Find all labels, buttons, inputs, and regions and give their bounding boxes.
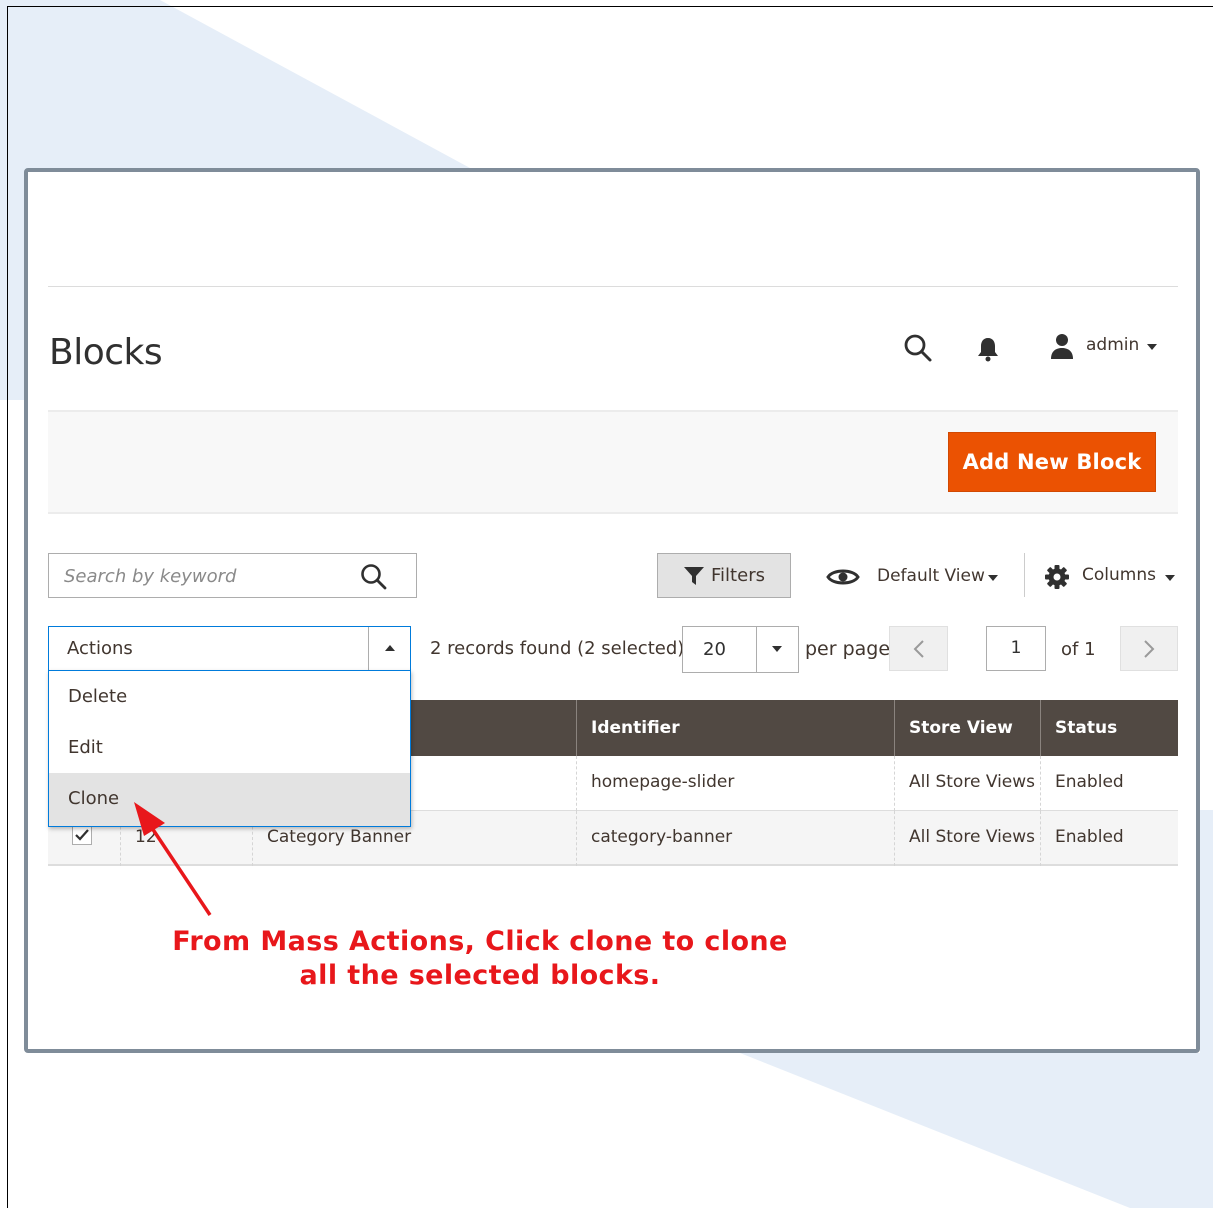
per-page-label: per page: [805, 638, 891, 660]
column-header-status[interactable]: Status: [1040, 700, 1178, 756]
screenshot-panel: Blocks admin Add New Block Search by key…: [24, 168, 1200, 1053]
chevron-up-icon: [385, 645, 395, 651]
status-cell: Enabled: [1040, 811, 1178, 866]
mass-actions-toggle[interactable]: [368, 627, 410, 670]
mass-actions-select[interactable]: Actions: [48, 626, 411, 671]
search-placeholder: Search by keyword: [64, 566, 237, 587]
current-page-input[interactable]: 1: [986, 626, 1046, 671]
checkmark-icon: [75, 829, 89, 841]
column-header-store-view[interactable]: Store View: [894, 700, 1040, 756]
menu-item-edit[interactable]: Edit: [49, 722, 410, 773]
menu-item-clone[interactable]: Clone: [49, 773, 410, 826]
search-icon[interactable]: [359, 562, 389, 592]
admin-user-menu[interactable]: admin: [1086, 335, 1139, 355]
per-page-value: 20: [703, 639, 726, 660]
chevron-down-icon: [772, 646, 782, 652]
per-page-toggle[interactable]: [756, 627, 798, 672]
user-icon[interactable]: [1048, 332, 1076, 360]
annotation-line-2: all the selected blocks.: [299, 960, 661, 991]
search-icon[interactable]: [902, 332, 934, 364]
mass-actions-menu: Delete Edit Clone: [48, 670, 411, 827]
chevron-down-icon[interactable]: [988, 575, 998, 581]
filters-button[interactable]: Filters: [657, 553, 791, 598]
bell-icon[interactable]: [976, 336, 1000, 362]
page-title: Blocks: [49, 332, 163, 373]
chevron-down-icon[interactable]: [1165, 575, 1175, 581]
per-page-select[interactable]: 20: [682, 626, 799, 673]
eye-icon[interactable]: [826, 567, 860, 587]
header-divider: [48, 286, 1178, 287]
total-pages: of 1: [1061, 639, 1096, 660]
chevron-left-icon: [913, 639, 924, 658]
store-view-cell: All Store Views: [894, 756, 1040, 811]
annotation-line-1: From Mass Actions, Click clone to clone: [172, 926, 788, 957]
identifier-cell: homepage-slider: [576, 756, 894, 811]
gear-icon[interactable]: [1044, 564, 1070, 590]
store-view-cell: All Store Views: [894, 811, 1040, 866]
column-header-identifier[interactable]: Identifier: [576, 700, 894, 756]
chevron-right-icon: [1144, 639, 1155, 658]
status-cell: Enabled: [1040, 756, 1178, 811]
previous-page-button[interactable]: [889, 626, 948, 671]
add-new-block-button[interactable]: Add New Block: [948, 432, 1156, 492]
identifier-cell: category-banner: [576, 811, 894, 866]
columns-selector[interactable]: Columns: [1082, 565, 1156, 585]
keyword-search-input[interactable]: Search by keyword: [48, 553, 417, 598]
row-checkbox[interactable]: [72, 825, 92, 845]
annotation-text: From Mass Actions, Click clone to clone …: [150, 925, 810, 993]
records-count: 2 records found (2 selected): [430, 638, 685, 659]
menu-item-delete[interactable]: Delete: [49, 671, 410, 722]
mass-actions-label: Actions: [67, 638, 133, 659]
chevron-down-icon[interactable]: [1147, 344, 1157, 350]
view-selector[interactable]: Default View: [877, 566, 985, 586]
filters-label: Filters: [711, 565, 765, 586]
toolbar-divider: [1024, 553, 1025, 597]
next-page-button[interactable]: [1120, 626, 1178, 671]
funnel-icon: [684, 566, 705, 585]
